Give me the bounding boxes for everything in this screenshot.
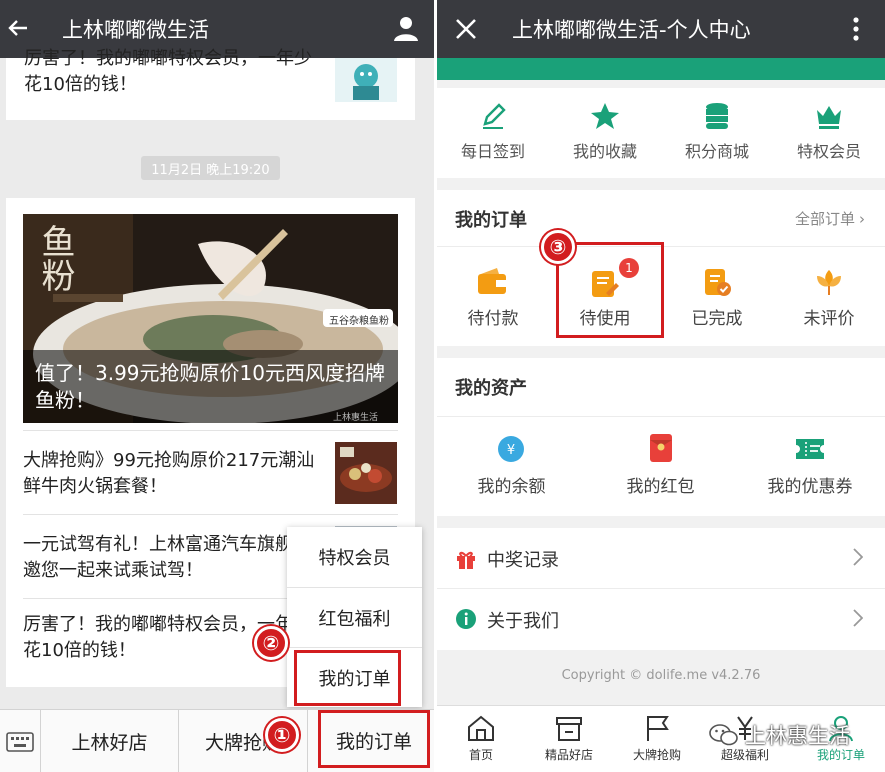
tab-label: 精品好店 [544,748,593,762]
copyright-text: Copyright © dolife.me v4.2.76 [561,668,761,683]
menu-item-vip[interactable]: 特权会员 [287,527,422,587]
asset-label: 我的优惠券 [767,477,853,497]
star-icon [591,103,619,129]
article-thumbnail [335,442,397,504]
chevron-right-icon [853,548,863,566]
close-icon[interactable] [451,14,481,44]
right-title-bar: 上林嘟嘟微生活-个人中心 [437,0,885,58]
crown-icon [817,106,841,129]
tab-flash-sale[interactable]: 大牌抢购 [613,706,701,772]
gift-icon [457,551,475,569]
account-watermark: 上林惠生活 [709,718,881,752]
coins-icon [706,103,728,129]
order-status-completed[interactable]: 已完成 [661,250,773,340]
orders-title: 我的订单 [455,210,527,231]
asset-red-packet[interactable]: 我的红包 [586,420,735,510]
quick-action-vip[interactable]: 特权会员 [773,88,885,178]
article-title: 大牌抢购》99元抢购原价217元潮汕鲜牛肉火锅套餐！ [23,450,315,497]
pencil-icon [483,103,506,129]
personal-center-screen: 上林嘟嘟微生活-个人中心 每日签到 我的收藏 积分商城 特权会员 我的订单 全部… [437,0,885,772]
quick-action-checkin[interactable]: 每日签到 [437,88,549,178]
profile-header-strip [437,58,885,80]
order-status-pending-payment[interactable]: 待付款 [437,250,549,340]
step-badge-2: ② [254,626,288,660]
all-orders-label: 全部订单 [794,210,855,228]
article-card-partial[interactable]: 厉害了！我的嘟嘟特权会员，一年少花10倍的钱！ [6,48,415,120]
red-envelope-icon [650,434,672,462]
list-item-about-us[interactable]: 关于我们 [437,589,885,650]
all-orders-link[interactable]: 全部订单 › [795,208,865,229]
quick-action-favorites[interactable]: 我的收藏 [549,88,661,178]
asset-coupons[interactable]: 我的优惠券 [735,420,885,510]
step-badge-3: ③ [541,230,575,264]
profile-icon[interactable] [390,12,422,44]
quick-action-points-mall[interactable]: 积分商城 [661,88,773,178]
asset-label: 我的余额 [477,477,546,497]
highlight-frame [318,710,430,768]
order-status-unreviewed[interactable]: 未评价 [773,250,885,340]
chevron-right-icon [853,609,863,627]
quick-action-label: 积分商城 [684,142,749,161]
article-thumbnail [335,58,397,102]
quick-actions: 每日签到 我的收藏 积分商城 特权会员 [437,88,885,178]
hero-watermark: 上林惠生活 [333,413,379,423]
orders-section: 我的订单 全部订单 › 待付款 1 待使用 已完成 未评价 ③ [437,190,885,346]
message-timestamp: 11月2日 晚上19:20 [141,156,280,180]
right-page-title: 上林嘟嘟微生活-个人中心 [512,18,751,42]
tab-featured-shops[interactable]: 精品好店 [525,706,613,772]
shop-icon [556,717,582,741]
list-item-label: 中奖记录 [487,550,559,571]
order-status-label: 待付款 [467,309,519,329]
order-status-label: 未评价 [803,309,855,329]
settings-list: 中奖记录 关于我们 [437,528,885,650]
list-item-label: 关于我们 [487,611,559,632]
quick-action-label: 特权会员 [796,142,861,161]
left-page-title: 上林嘟嘟微生活 [62,18,209,42]
restaurant-sign: 五谷杂粮鱼粉 [329,316,389,327]
wallet-icon [478,268,506,294]
info-icon [456,609,476,629]
svg-text:¥: ¥ [507,443,515,458]
flag-icon [647,716,669,741]
wechat-logo-icon [709,724,738,746]
coupon-icon [796,439,824,459]
article-title: 一元试驾有礼！上林富通汽车旗舰店邀您一起来试乘试驾！ [23,534,311,581]
chevron-right-icon: › [859,210,865,228]
flower-icon [817,270,841,295]
tab-label: 大牌抢购 [632,748,681,762]
back-arrow-icon[interactable] [4,14,32,42]
highlight-frame [556,242,664,338]
highlight-frame [294,650,401,706]
step-badge-1: ① [265,718,299,752]
wechat-chat-screen: 上林嘟嘟微生活 厉害了！我的嘟嘟特权会员，一年少花10倍的钱！ 11月2日 晚上… [0,0,434,772]
keyboard-icon[interactable] [0,710,40,772]
yen-coin-icon: ¥ [498,436,524,462]
watermark-text: 上林惠生活 [745,724,850,748]
list-item-prize-records[interactable]: 中奖记录 [437,528,885,588]
home-icon [468,715,494,741]
tab-label: 首页 [468,748,493,762]
asset-label: 我的红包 [626,477,695,497]
hero-image[interactable]: 鱼粉 五谷杂粮鱼粉 值了！3.99元抢购原价10元西风度招牌鱼粉！ 上林惠生活 [23,214,398,423]
order-status-label: 已完成 [691,309,743,329]
more-icon[interactable] [841,12,871,46]
hero-overlay-text: 鱼粉 [35,224,75,292]
menu-item-red-packet[interactable]: 红包福利 [287,588,422,647]
quick-action-label: 每日签到 [460,142,525,161]
hero-caption: 值了！3.99元抢购原价10元西风度招牌鱼粉！ [35,361,385,412]
assets-title: 我的资产 [455,378,527,399]
menu-tab-shops[interactable]: 上林好店 [41,710,178,772]
quick-action-label: 我的收藏 [572,142,637,161]
check-doc-icon [705,269,731,296]
asset-balance[interactable]: ¥ 我的余额 [437,420,586,510]
list-item[interactable]: 大牌抢购》99元抢购原价217元潮汕鲜牛肉火锅套餐！ [6,430,415,514]
tab-home[interactable]: 首页 [437,706,525,772]
article-title: 厉害了！我的嘟嘟特权会员，一年少花10倍的钱！ [24,48,312,95]
assets-section: 我的资产 ¥ 我的余额 我的红包 我的优惠券 [437,358,885,516]
